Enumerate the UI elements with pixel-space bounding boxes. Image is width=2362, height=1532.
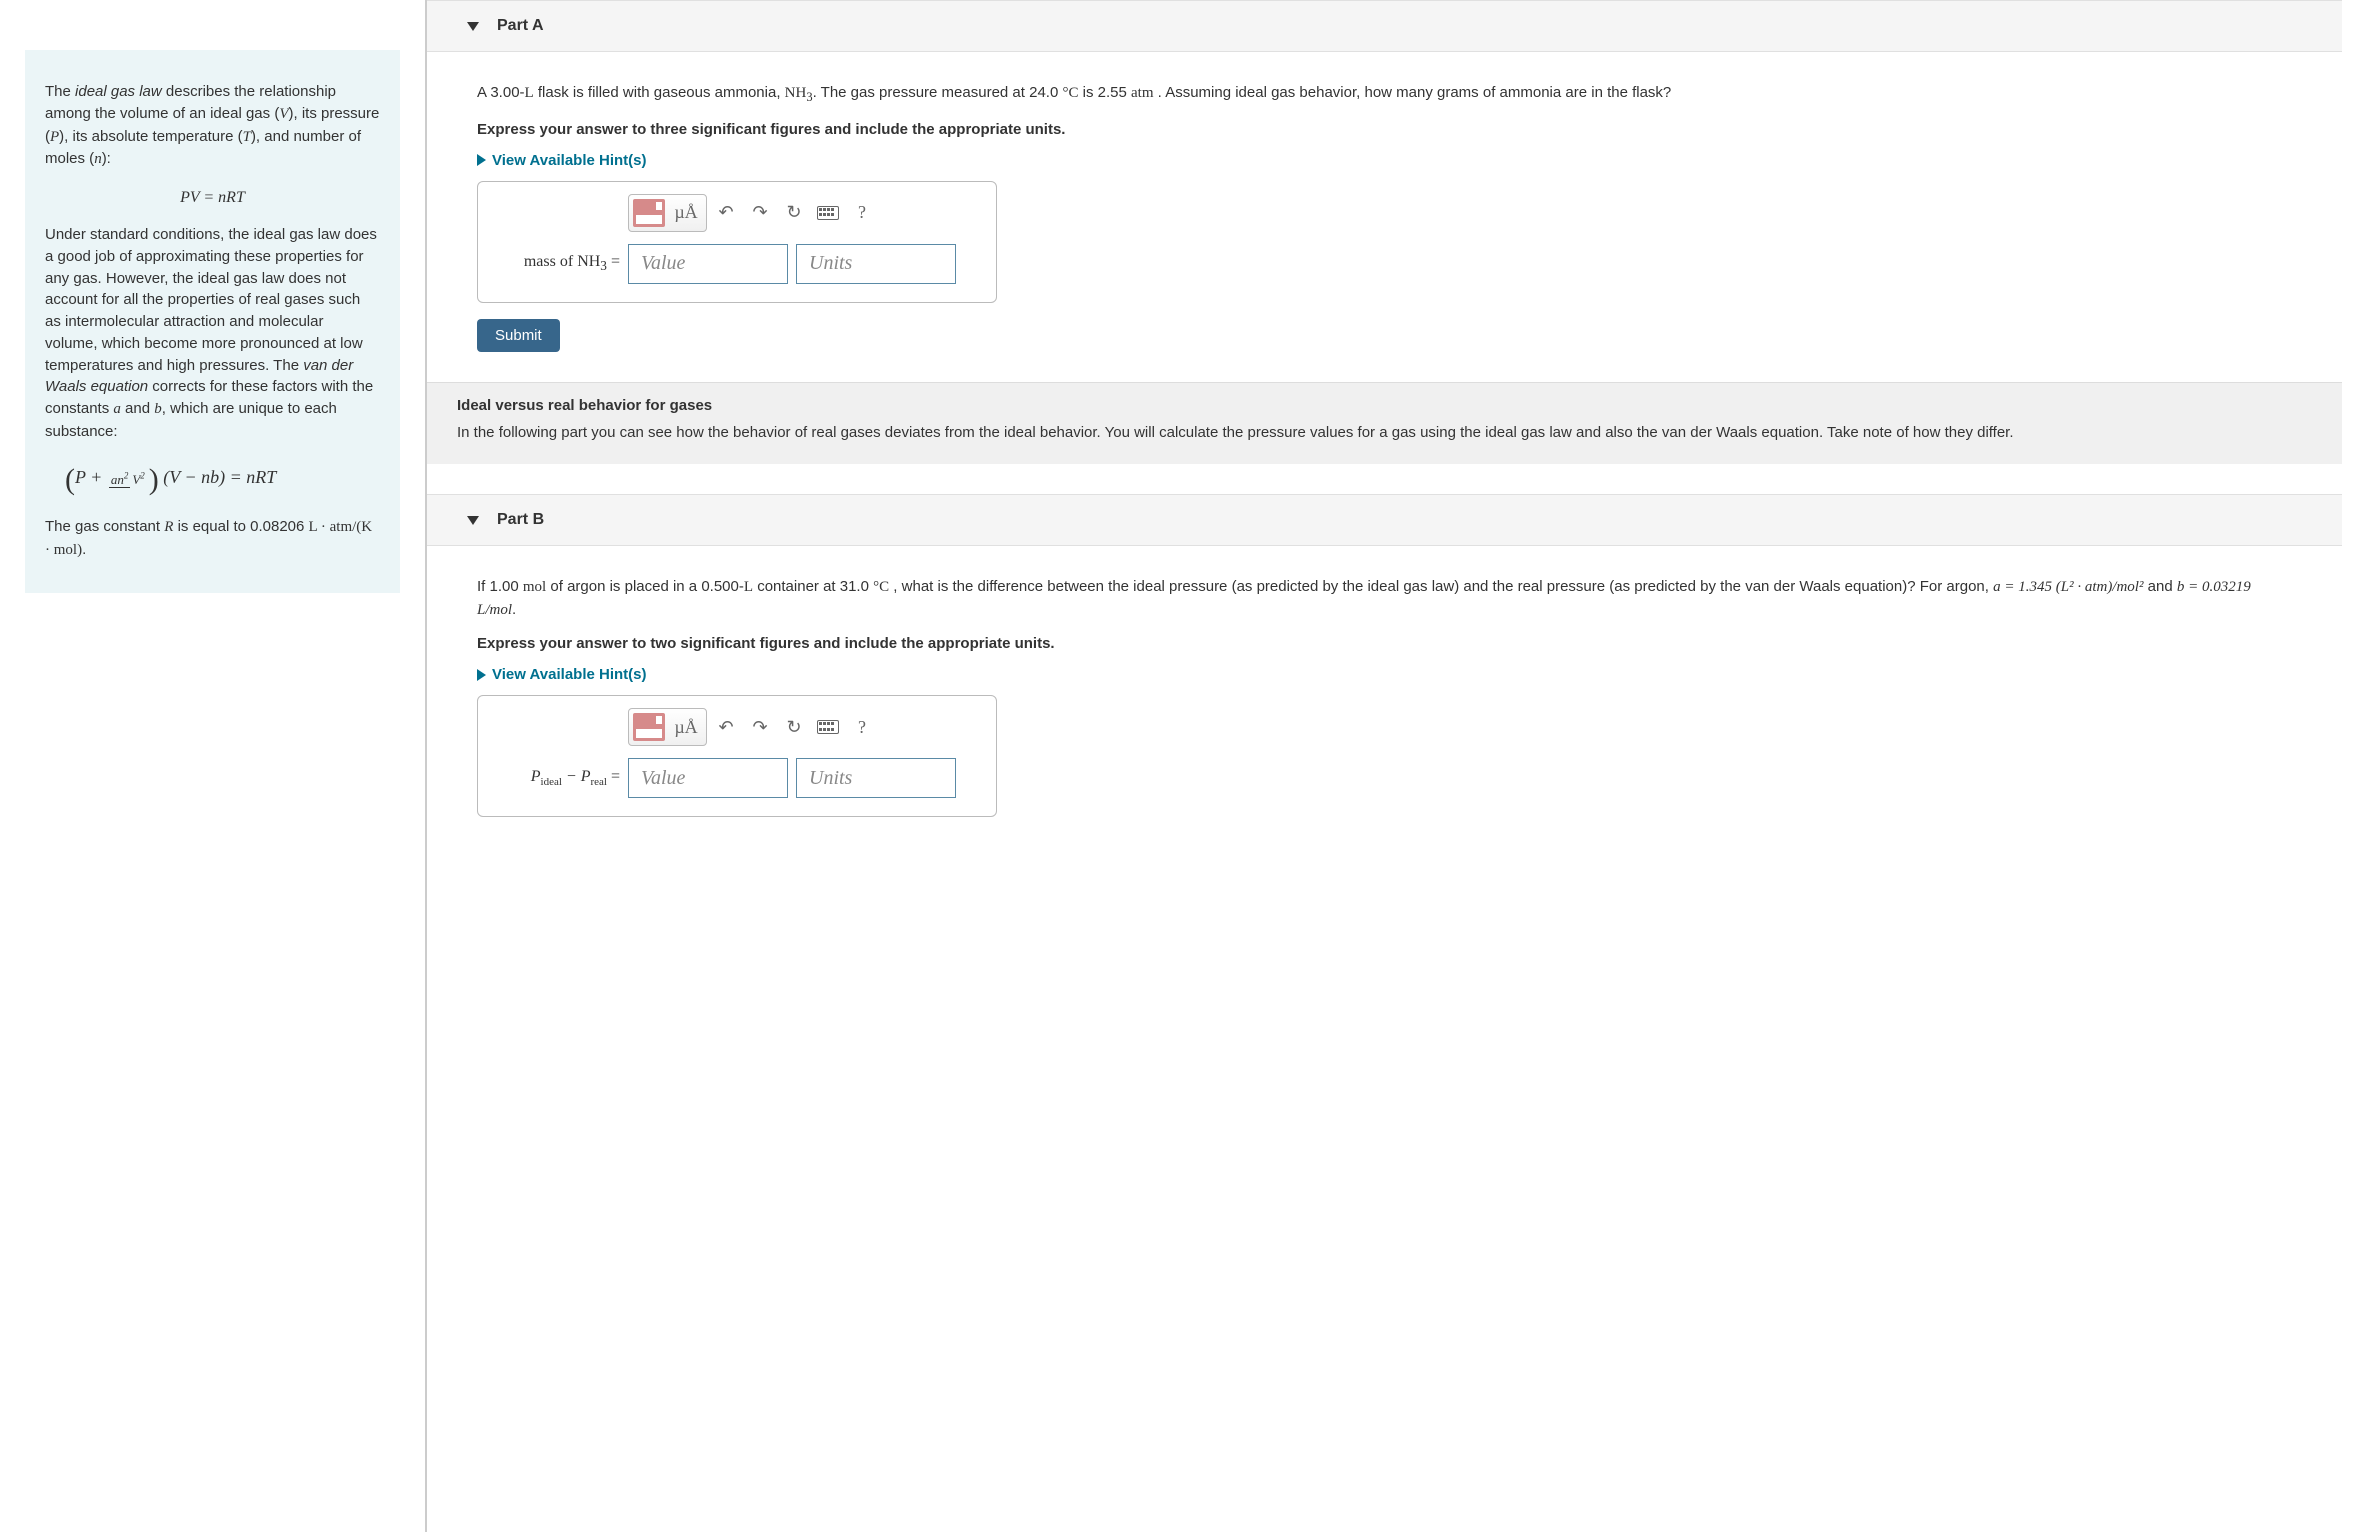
text: . [512,601,516,618]
main-content: Part A A 3.00-L flask is filled with gas… [425,0,2362,1532]
submit-button[interactable]: Submit [477,319,560,352]
keyboard-icon [817,206,839,220]
text: The [45,83,75,100]
keyboard-icon [817,720,839,734]
equation-van-der-waals: (P + an2V2) (V − nb) = nRT [65,458,380,502]
view-hints-link[interactable]: View Available Hint(s) [477,666,2292,683]
part-a-instruction: Express your answer to three significant… [477,121,2292,138]
answer-box-b: µÅ ↶ ↷ ↻ ? Pideal − Preal = Value Units [477,695,997,817]
reset-button[interactable]: ↻ [779,198,809,228]
part-b-question: If 1.00 mol of argon is placed in a 0.50… [477,576,2292,621]
section-note: Ideal versus real behavior for gases In … [427,382,2342,465]
text: and [2143,578,2176,595]
formula-nh3: NH3 [785,85,813,101]
text: is equal to 0.08206 [173,518,308,535]
part-a-question: A 3.00-L flask is filled with gaseous am… [477,82,2292,107]
chevron-right-icon [477,669,486,681]
var-t: T [243,129,251,145]
constant-a: a = 1.345 (L² · atm)/mol² [1993,579,2143,595]
text: container at 31.0 [753,578,873,595]
answer-toolbar: µÅ ↶ ↷ ↻ ? [628,708,976,746]
hints-label: View Available Hint(s) [492,152,647,169]
part-a-header[interactable]: Part A [427,0,2342,52]
value-input[interactable]: Value [628,244,788,284]
var-p: P [50,129,59,145]
text: is 2.55 [1078,84,1131,101]
part-b-label: Part B [497,511,544,529]
equation-ideal-gas: PV = nRT [45,186,380,209]
text: ): [102,150,111,167]
section-note-title: Ideal versus real behavior for gases [457,397,2312,414]
part-b-header[interactable]: Part B [427,494,2342,546]
special-chars-button[interactable]: µÅ [669,712,703,742]
text: flask is filled with gaseous ammonia, [534,84,785,101]
keyboard-button[interactable] [813,198,843,228]
sidebar-para-1: The ideal gas law describes the relation… [45,81,380,171]
chevron-down-icon [467,516,479,525]
unit-degc: °C [1062,85,1078,101]
text: A 3.00- [477,84,525,101]
equation-editor-icon [633,199,665,227]
text: . The gas pressure measured at 24.0 [813,84,1063,101]
unit-degc: °C [873,579,889,595]
help-button[interactable]: ? [847,712,877,742]
info-box: The ideal gas law describes the relation… [25,50,400,593]
term-ideal-gas-law: ideal gas law [75,83,162,100]
part-a-body: A 3.00-L flask is filled with gaseous am… [427,82,2342,382]
text: . [82,541,86,558]
part-a-label: Part A [497,17,544,35]
section-note-body: In the following part you can see how th… [457,422,2312,445]
unit-l: L [744,579,753,595]
units-input[interactable]: Units [796,758,956,798]
part-b-body: If 1.00 mol of argon is placed in a 0.50… [427,576,2342,847]
reset-button[interactable]: ↻ [779,712,809,742]
var-b: b [154,401,162,417]
text: Under standard conditions, the ideal gas… [45,226,377,374]
text: . Assuming ideal gas behavior, how many … [1154,84,1672,101]
sidebar-para-2: Under standard conditions, the ideal gas… [45,224,380,443]
value-input[interactable]: Value [628,758,788,798]
answer-label-b: Pideal − Preal = [498,768,620,788]
answer-toolbar: µÅ ↶ ↷ ↻ ? [628,194,976,232]
units-input[interactable]: Units [796,244,956,284]
redo-button[interactable]: ↷ [745,712,775,742]
view-hints-link[interactable]: View Available Hint(s) [477,152,2292,169]
text: If 1.00 [477,578,523,595]
chevron-right-icon [477,154,486,166]
undo-button[interactable]: ↶ [711,198,741,228]
unit-atm: atm [1131,85,1154,101]
part-b-instruction: Express your answer to two significant f… [477,635,2292,652]
equation-editor-button[interactable] [632,712,666,742]
unit-mol: mol [523,579,546,595]
var-n: n [94,151,102,167]
chevron-down-icon [467,22,479,31]
unit-l: L [525,85,534,101]
var-a: a [113,401,121,417]
hints-label: View Available Hint(s) [492,666,647,683]
text: , what is the difference between the ide… [889,578,1993,595]
answer-box-a: µÅ ↶ ↷ ↻ ? mass of NH3 = Value Units [477,181,997,303]
answer-label-a: mass of NH3 = [498,253,620,274]
undo-button[interactable]: ↶ [711,712,741,742]
equation-editor-icon [633,713,665,741]
equation-editor-button[interactable] [632,198,666,228]
redo-button[interactable]: ↷ [745,198,775,228]
text: The gas constant [45,518,164,535]
text: and [121,400,154,417]
text: ), its absolute temperature ( [59,128,242,145]
sidebar: The ideal gas law describes the relation… [0,0,425,1532]
help-button[interactable]: ? [847,198,877,228]
toolbar-group: µÅ [628,194,707,232]
keyboard-button[interactable] [813,712,843,742]
sidebar-para-3: The gas constant R is equal to 0.08206 L… [45,516,380,562]
toolbar-group: µÅ [628,708,707,746]
special-chars-button[interactable]: µÅ [669,198,703,228]
text: of argon is placed in a 0.500- [546,578,744,595]
